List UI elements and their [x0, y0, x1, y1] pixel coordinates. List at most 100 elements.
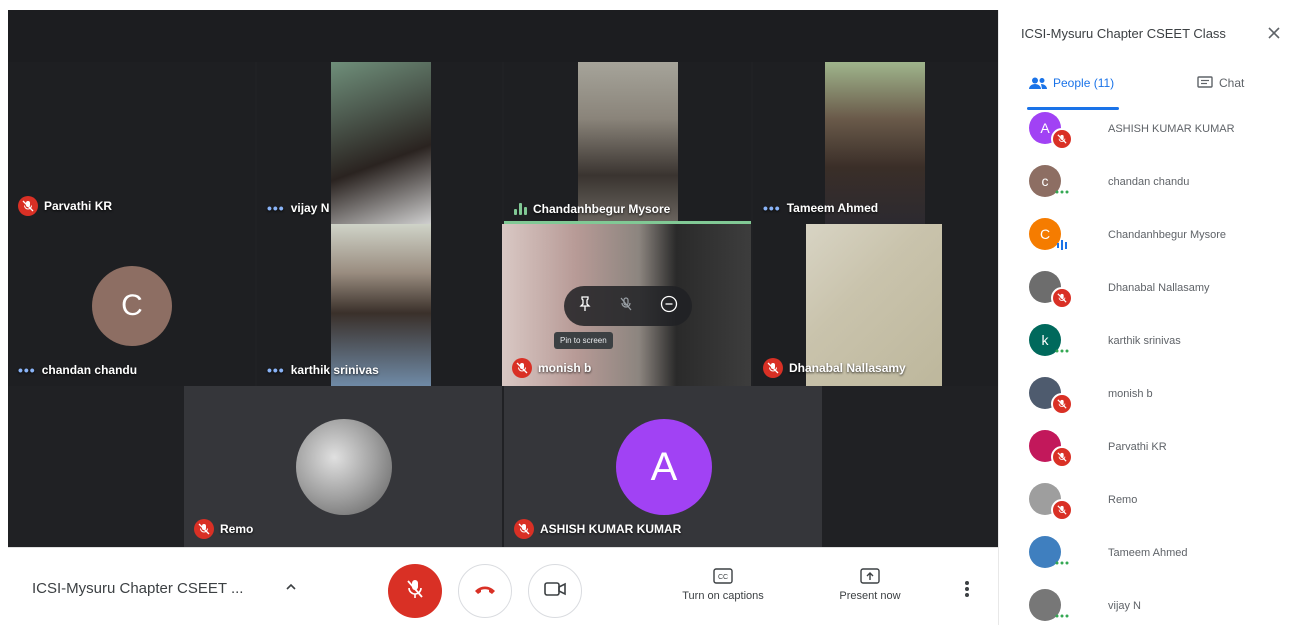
- panel-title: ICSI-Mysuru Chapter CSEET Class: [1021, 26, 1226, 41]
- tile-chandan[interactable]: C ••• chandan chandu: [8, 224, 255, 386]
- svg-text:CC: CC: [718, 574, 728, 581]
- participant-row[interactable]: Tameem Ahmed: [1029, 531, 1289, 575]
- more-dots-icon: •••: [267, 362, 285, 378]
- mic-off-icon: [1051, 446, 1073, 468]
- mic-off-icon: [194, 519, 214, 539]
- participant-name: karthik srinivas: [1108, 335, 1181, 347]
- participant-name: Parvathi KR: [44, 199, 113, 213]
- participant-name: ASHISH KUMAR KUMAR: [540, 522, 682, 536]
- participant-name: vijay N: [1108, 600, 1142, 612]
- leave-call-button[interactable]: [458, 564, 512, 618]
- tab-people[interactable]: People (11): [1029, 76, 1114, 90]
- participant-name: Remo: [220, 522, 254, 536]
- tab-chat-label: Chat: [1219, 76, 1245, 90]
- chevron-up-icon[interactable]: [284, 580, 298, 599]
- present-now-button[interactable]: Present now: [818, 568, 922, 602]
- microphone-button[interactable]: [388, 564, 442, 618]
- more-dots-icon: [1051, 605, 1073, 625]
- more-dots-icon: •••: [267, 200, 285, 216]
- participant-row[interactable]: A ASHISH KUMAR KUMAR: [1029, 107, 1289, 151]
- captions-button[interactable]: CC Turn on captions: [663, 568, 783, 602]
- more-dots-icon: [1051, 181, 1073, 203]
- remove-participant-icon[interactable]: [660, 295, 678, 318]
- mic-off-icon: [405, 578, 425, 605]
- camera-button[interactable]: [528, 564, 582, 618]
- participant-row[interactable]: Parvathi KR: [1029, 425, 1289, 469]
- people-icon: [1029, 77, 1047, 89]
- participant-row[interactable]: C Chandanhbegur Mysore: [1029, 213, 1289, 257]
- tile-label: ••• chandan chandu: [18, 362, 137, 378]
- tile-label: ••• vijay N: [267, 200, 329, 216]
- tile-label: Chandanhbegur Mysore: [514, 202, 670, 216]
- tile-label: monish b: [512, 358, 591, 378]
- more-dots-icon: •••: [18, 362, 36, 378]
- video-feed: [331, 62, 431, 224]
- mic-off-icon: [18, 196, 38, 216]
- present-label: Present now: [839, 590, 901, 602]
- tab-people-label: People (11): [1053, 76, 1115, 90]
- meeting-details-title[interactable]: ICSI-Mysuru Chapter CSEET ...: [32, 580, 243, 597]
- participant-name: monish b: [1108, 388, 1153, 400]
- participant-name: ASHISH KUMAR KUMAR: [1108, 123, 1235, 135]
- participant-name: vijay N: [290, 201, 330, 215]
- avatar: A: [616, 419, 712, 515]
- participant-name: chandan chandu: [41, 363, 138, 377]
- mic-off-icon: [1051, 287, 1073, 309]
- participant-row[interactable]: Remo: [1029, 478, 1289, 522]
- participant-name: Tameem Ahmed: [1108, 547, 1188, 559]
- tile-label: Remo: [194, 519, 253, 539]
- mic-off-icon: [763, 358, 783, 378]
- mic-off-icon: [1051, 499, 1073, 521]
- participant-name: monish b: [538, 361, 592, 375]
- chat-icon: [1197, 76, 1213, 88]
- tile-dhanabal[interactable]: Dhanabal Nallasamy: [753, 224, 998, 386]
- participant-name: Chandanhbegur Mysore: [1108, 229, 1227, 241]
- participant-name: chandan chandu: [1108, 176, 1190, 188]
- tile-ashish[interactable]: A ASHISH KUMAR KUMAR: [504, 386, 822, 547]
- tile-remo[interactable]: Remo: [184, 386, 502, 547]
- video-feed: [578, 62, 678, 224]
- present-screen-icon: [860, 568, 880, 584]
- more-dots-icon: •••: [763, 200, 781, 216]
- tile-label: ASHISH KUMAR KUMAR: [514, 519, 681, 539]
- tile-label: Dhanabal Nallasamy: [763, 358, 906, 378]
- tile-tameem[interactable]: ••• Tameem Ahmed: [753, 62, 998, 224]
- more-options-icon[interactable]: [964, 580, 970, 603]
- video-camera-icon: [544, 581, 566, 601]
- bottom-toolbar: ICSI-Mysuru Chapter CSEET ... CC Turn on…: [8, 547, 998, 625]
- participant-row[interactable]: c chandan chandu: [1029, 160, 1289, 204]
- tile-vijay[interactable]: ••• vijay N: [257, 62, 502, 224]
- tile-label: Parvathi KR: [18, 196, 112, 216]
- close-icon[interactable]: [1267, 26, 1281, 45]
- participant-name: Dhanabal Nallasamy: [1108, 282, 1210, 294]
- pin-icon[interactable]: [578, 295, 592, 317]
- tab-chat[interactable]: Chat: [1197, 76, 1244, 90]
- tile-chandanh[interactable]: Chandanhbegur Mysore: [504, 62, 751, 224]
- participant-name: Dhanabal Nallasamy: [789, 361, 906, 375]
- participant-name: karthik srinivas: [290, 363, 379, 377]
- video-grid: Parvathi KR ••• vijay N Chandanhbegur My…: [8, 10, 998, 547]
- participant-row[interactable]: monish b: [1029, 372, 1289, 416]
- speaking-indicator-icon: [514, 203, 527, 215]
- hang-up-icon: [473, 582, 497, 600]
- participant-row[interactable]: Dhanabal Nallasamy: [1029, 266, 1289, 310]
- participant-name: Chandanhbegur Mysore: [533, 202, 671, 216]
- tile-karthik[interactable]: ••• karthik srinivas: [257, 224, 502, 386]
- participant-row[interactable]: vijay N: [1029, 584, 1289, 625]
- mic-off-icon: [512, 358, 532, 378]
- mic-off-icon: [1051, 393, 1073, 415]
- more-dots-icon: [1051, 552, 1073, 574]
- avatar: [296, 419, 392, 515]
- closed-captions-icon: CC: [713, 568, 733, 584]
- participant-row[interactable]: k karthik srinivas: [1029, 319, 1289, 363]
- avatar: C: [92, 266, 172, 346]
- speaking-indicator-icon: [1051, 234, 1073, 256]
- more-dots-icon: [1051, 340, 1073, 362]
- tile-parvathi[interactable]: Parvathi KR: [8, 62, 255, 224]
- tile-label: ••• Tameem Ahmed: [763, 200, 878, 216]
- meeting-details-panel: ICSI-Mysuru Chapter CSEET Class People (…: [998, 10, 1296, 625]
- participant-name: Parvathi KR: [1108, 441, 1167, 453]
- tile-hover-controls: [564, 286, 692, 326]
- tile-label: ••• karthik srinivas: [267, 362, 379, 378]
- mute-participant-icon[interactable]: [619, 296, 633, 317]
